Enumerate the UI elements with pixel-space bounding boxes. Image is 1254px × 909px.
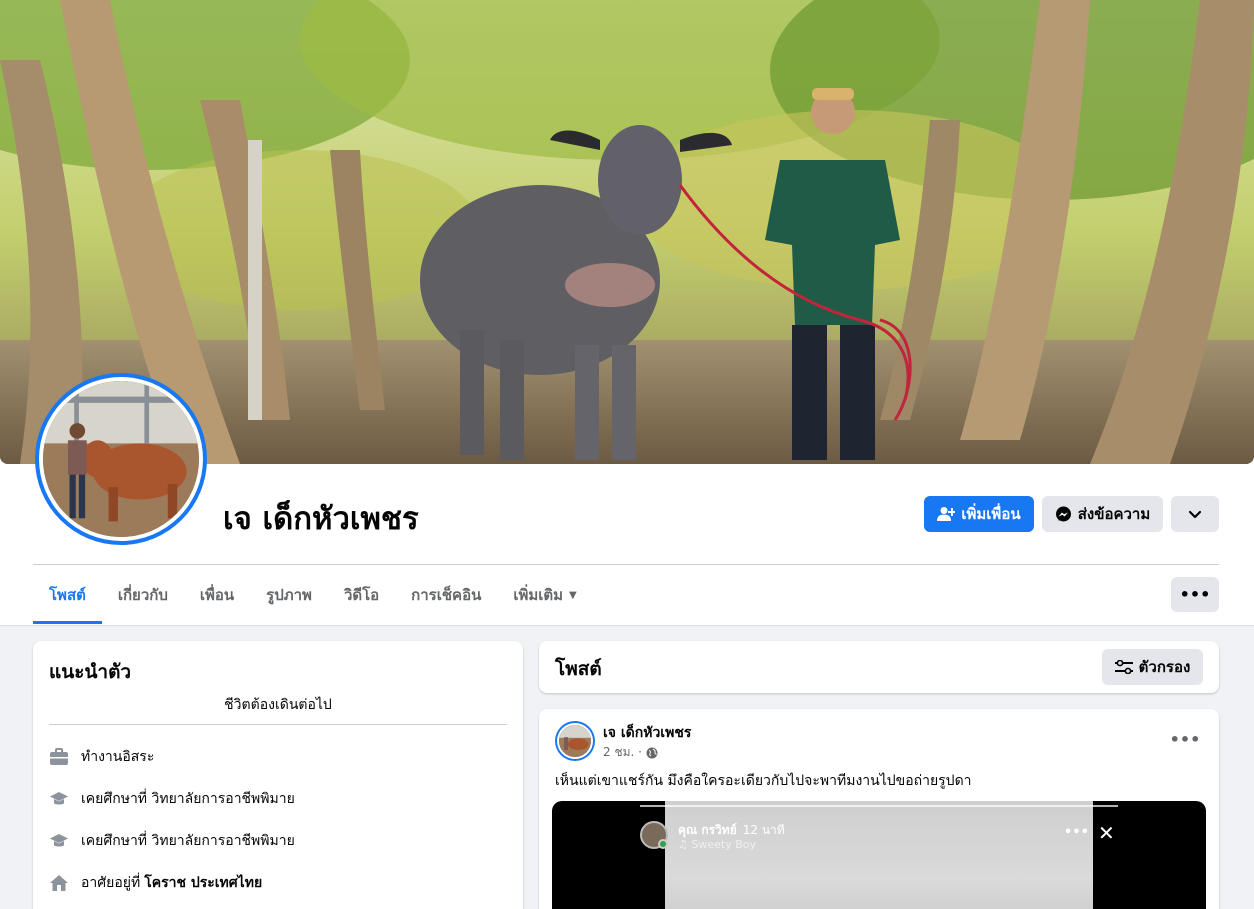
post-options-button[interactable]: ••• bbox=[1167, 727, 1203, 751]
profile-name: เจ เด็กหัวเพชร bbox=[223, 501, 419, 537]
post-timestamp[interactable]: 2 ชม. · bbox=[603, 743, 642, 762]
profile-picture-border bbox=[39, 377, 203, 541]
tab-about[interactable]: เกี่ยวกับ bbox=[102, 566, 184, 624]
header-divider bbox=[33, 564, 1219, 565]
post-shared-story[interactable]: คุณ กรวิทย์ 12 นาที ♫ Sweety Boy ••• ✕ bbox=[552, 801, 1206, 909]
intro-bio: ชีวิตต้องเดินต่อไป bbox=[224, 697, 332, 713]
tab-more[interactable]: เพิ่มเติม ▼ bbox=[497, 566, 592, 624]
profile-picture-image bbox=[43, 381, 199, 537]
posts-header-title: โพสต์ bbox=[555, 658, 602, 680]
post-card: เจ เด็กหัวเพชร 2 ชม. · ••• เห็นแต่เขาแชร… bbox=[539, 709, 1219, 909]
intro-item-work: ทำงานอิสระ bbox=[49, 746, 154, 768]
caret-down-icon: ▼ bbox=[569, 589, 577, 601]
briefcase-icon bbox=[49, 747, 69, 767]
graduation-cap-icon bbox=[49, 789, 69, 809]
message-label: ส่งข้อความ bbox=[1077, 505, 1151, 523]
add-friend-label: เพิ่มเพื่อน bbox=[961, 505, 1021, 523]
story-frame bbox=[665, 801, 1093, 909]
post-text: เห็นแต่เขาแชร์กัน มึงคือใครอะเดียวกับไปจ… bbox=[555, 773, 972, 789]
intro-title: แนะนำตัว bbox=[49, 661, 132, 683]
story-time: 12 นาที bbox=[742, 823, 785, 837]
intro-item-lives-in-text: อาศัยอยู่ที่ bbox=[81, 875, 141, 891]
message-button[interactable]: ส่งข้อความ bbox=[1042, 496, 1163, 532]
ellipsis-icon: ••• bbox=[1169, 729, 1201, 749]
filter-sliders-icon bbox=[1114, 660, 1133, 674]
cover-photo[interactable] bbox=[0, 0, 1254, 464]
intro-item-education-2: เคยศึกษาที่ วิทยาลัยการอาชีพพิมาย bbox=[49, 830, 295, 852]
tab-posts[interactable]: โพสต์ bbox=[33, 566, 102, 624]
intro-item-education-text: เคยศึกษาที่ วิทยาลัยการอาชีพพิมาย bbox=[81, 791, 295, 807]
tab-friends-label: เพื่อน bbox=[199, 586, 235, 604]
more-options-button[interactable] bbox=[1171, 496, 1219, 532]
posts-header-card: โพสต์ ตัวกรอง bbox=[539, 641, 1219, 693]
profile-picture-art bbox=[43, 381, 199, 537]
messenger-icon bbox=[1055, 506, 1072, 523]
story-options-icon[interactable]: ••• bbox=[1064, 825, 1089, 840]
profile-header: เจ เด็กหัวเพชร เพิ่มเพื่อน ส่งข้อความ โพ… bbox=[0, 0, 1254, 626]
chevron-down-icon bbox=[1188, 505, 1202, 523]
profile-picture[interactable] bbox=[35, 373, 207, 545]
intro-item-work-text: ทำงานอิสระ bbox=[81, 749, 155, 765]
tab-more-label: เพิ่มเติม bbox=[513, 586, 564, 604]
tabs-overflow-button[interactable]: ••• bbox=[1171, 577, 1219, 612]
tab-checkins[interactable]: การเช็คอิน bbox=[395, 566, 497, 624]
close-icon[interactable]: ✕ bbox=[1098, 823, 1115, 843]
tab-posts-label: โพสต์ bbox=[49, 586, 86, 604]
tab-about-label: เกี่ยวกับ bbox=[117, 586, 168, 604]
post-avatar-art bbox=[559, 725, 591, 757]
intro-item-education: เคยศึกษาที่ วิทยาลัยการอาชีพพิมาย bbox=[49, 788, 295, 810]
filter-label: ตัวกรอง bbox=[1138, 658, 1191, 676]
online-status-dot bbox=[658, 839, 668, 849]
profile-tabs: โพสต์ เกี่ยวกับ เพื่อน รูปภาพ วิดีโอ การ… bbox=[33, 566, 593, 624]
tab-checkins-label: การเช็คอิน bbox=[411, 586, 482, 604]
tab-photos[interactable]: รูปภาพ bbox=[250, 566, 328, 624]
graduation-cap-icon bbox=[49, 831, 69, 851]
globe-icon bbox=[646, 747, 658, 759]
story-author-name: คุณ กรวิทย์ bbox=[678, 823, 737, 837]
add-friend-button[interactable]: เพิ่มเพื่อน bbox=[924, 496, 1034, 532]
story-song: ♫ Sweety Boy bbox=[678, 838, 756, 851]
home-icon bbox=[49, 873, 69, 893]
filter-button[interactable]: ตัวกรอง bbox=[1102, 649, 1203, 685]
tab-friends[interactable]: เพื่อน bbox=[184, 566, 250, 624]
tab-videos[interactable]: วิดีโอ bbox=[328, 566, 395, 624]
tab-videos-label: วิดีโอ bbox=[343, 586, 380, 604]
tab-photos-label: รูปภาพ bbox=[266, 586, 312, 604]
post-meta: 2 ชม. · bbox=[603, 743, 658, 762]
cover-image bbox=[0, 0, 1254, 464]
intro-item-education-2-text: เคยศึกษาที่ วิทยาลัยการอาชีพพิมาย bbox=[81, 833, 295, 849]
add-friend-icon bbox=[937, 506, 956, 522]
intro-item-lives-in: อาศัยอยู่ที่ โคราช ประเทศไทย bbox=[49, 872, 262, 894]
story-progress-bar bbox=[640, 805, 1118, 807]
post-author-name[interactable]: เจ เด็กหัวเพชร bbox=[603, 722, 691, 744]
intro-card: แนะนำตัว ชีวิตต้องเดินต่อไป ทำงานอิสระ เ… bbox=[33, 641, 523, 909]
post-author-avatar-image bbox=[557, 723, 593, 759]
intro-item-lives-in-place[interactable]: โคราช ประเทศไทย bbox=[144, 872, 262, 894]
ellipsis-icon: ••• bbox=[1179, 585, 1211, 604]
intro-divider bbox=[49, 724, 507, 725]
post-author-avatar[interactable] bbox=[555, 721, 595, 761]
